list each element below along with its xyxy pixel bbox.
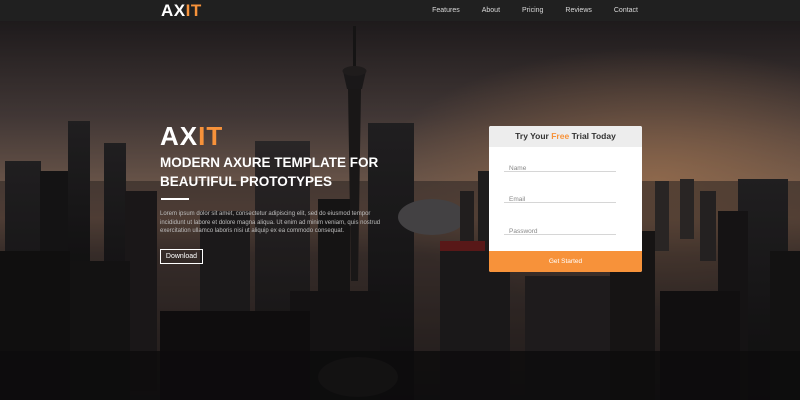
password-field-wrapper [504,220,616,239]
get-started-button[interactable]: Get Started [489,251,642,272]
trial-title-post: Trial Today [569,131,616,141]
navbar-logo[interactable]: AXIT [161,1,202,20]
main-nav: Features About Pricing Reviews Contact [432,0,638,21]
name-input[interactable] [504,161,616,176]
nav-link-contact[interactable]: Contact [614,0,638,21]
trial-title-pre: Try Your [515,131,552,141]
email-field-wrapper [504,188,616,207]
hero-logo-it: IT [198,121,224,151]
email-input[interactable] [504,192,616,207]
hero-body-text: Lorem ipsum dolor sit amet, consectetur … [160,211,381,234]
nav-link-about[interactable]: About [482,0,500,21]
nav-link-features[interactable]: Features [432,0,460,21]
trial-title-free: Free [551,131,570,141]
nav-link-reviews[interactable]: Reviews [565,0,591,21]
trial-card-title: Try Your Free Trial Today [489,126,642,147]
download-button[interactable]: Download [160,249,203,264]
navbar-logo-it: IT [185,1,202,20]
nav-link-pricing[interactable]: Pricing [522,0,543,21]
hero-headline: MODERN AXURE TEMPLATE FOR BEAUTIFUL PROT… [160,155,379,189]
hero-logo-ax: AX [160,121,199,151]
hero-logo: AXIT [160,121,223,151]
trial-signup-card: Try Your Free Trial Today Get Started [489,126,642,272]
hero-divider [161,198,189,200]
navbar-logo-ax: AX [161,1,186,20]
hero-section [0,21,800,400]
hero-dark-overlay [0,21,800,400]
name-field-wrapper [504,157,616,176]
password-input[interactable] [504,224,616,239]
top-navbar: AXIT Features About Pricing Reviews Cont… [0,0,800,21]
